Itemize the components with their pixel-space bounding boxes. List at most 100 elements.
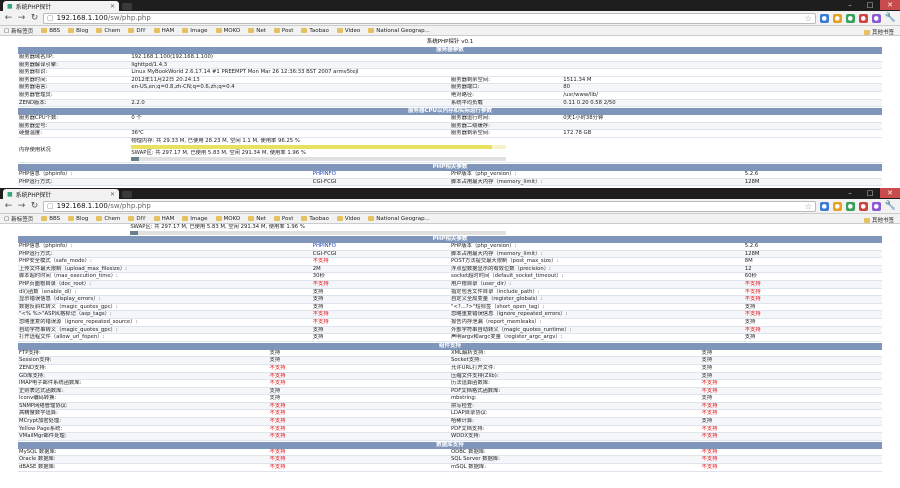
minimize-icon[interactable]: – (840, 0, 860, 10)
back-icon[interactable]: ← (4, 12, 13, 24)
memory-table: 内存使用状况 物理内存: 共 29.33 M, 已使用 28.23 M, 空闲 … (18, 137, 882, 163)
row-label: XML解析支持: (449, 349, 701, 358)
other-bookmarks[interactable]: 其他书签 (863, 216, 894, 224)
bookmark-item[interactable]: Video (336, 28, 360, 34)
url-host: 192.168.1.100 (56, 202, 108, 210)
row-label: 指定包含文件目录（include_path）: (449, 288, 744, 297)
window-close-icon[interactable]: ✕ (880, 188, 900, 198)
bookmark-item[interactable]: BBS (41, 28, 60, 34)
extension-icon[interactable]: ● (871, 13, 881, 23)
browser-tab[interactable]: ■ 系统PHP探针 ✕ (3, 1, 119, 11)
address-bar[interactable]: ▢ 192.168.1.100/sw/php.php ☆ (43, 200, 816, 212)
table-row: 高精度数学运算: 不支持 LDAP目录协议: 不支持 (18, 409, 882, 419)
bookmark-item[interactable]: Taobao (301, 28, 329, 34)
extension-icon[interactable]: ● (858, 201, 868, 211)
bookmark-item[interactable]: Net (248, 28, 266, 34)
table-row: MySQL 数据库: 不支持 ODBC 数据库: 不支持 (18, 448, 882, 457)
row-label: 报告内存泄漏（report_memleaks）: (449, 318, 744, 327)
bookmark-item[interactable]: DIY (128, 216, 146, 222)
minimize-icon[interactable]: – (840, 188, 860, 198)
row-label: Socket支持: (449, 356, 701, 365)
browser-tab[interactable]: ■ 系统PHP探针 ✕ (3, 189, 119, 199)
back-icon[interactable]: ← (4, 200, 13, 212)
browser-window-top: ■ 系统PHP探针 ✕ – □ ✕ ← → ↻ ▢ 192.168.1.100/… (0, 0, 900, 188)
components-table: FTP支持: 支持 XML解析支持: 支持 Session支持: 支持 Socket支持: 支… (18, 349, 882, 441)
forward-icon[interactable]: → (17, 200, 26, 212)
swap-bar (130, 231, 507, 235)
bookmark-item[interactable]: Image (182, 28, 208, 34)
row-label: SQL Server 数据库: (449, 455, 701, 465)
bookmark-item[interactable]: Blog (68, 216, 88, 222)
maximize-icon[interactable]: □ (860, 0, 880, 10)
bookmark-item[interactable]: Post (273, 28, 293, 34)
phpinfo-link[interactable]: PHPINFO (311, 243, 450, 251)
extension-icon[interactable]: ● (832, 201, 842, 211)
tab-close-icon[interactable]: ✕ (110, 3, 115, 10)
folder-icon (336, 28, 343, 33)
folder-icon (368, 216, 375, 221)
bookmark-item[interactable]: Video (336, 216, 360, 222)
bookmark-item[interactable]: HAM (153, 28, 174, 34)
bookmark-item[interactable]: ▢ 新标签页 (4, 27, 33, 35)
extension-icon[interactable]: ● (871, 201, 881, 211)
reload-icon[interactable]: ↻ (30, 12, 39, 24)
new-tab-button[interactable] (122, 3, 132, 10)
bookmark-item[interactable]: Image (182, 216, 208, 222)
bookmark-item[interactable]: Chem (96, 28, 120, 34)
bookmark-item[interactable]: DIY (128, 28, 146, 34)
bookmark-item[interactable]: National Geograp... (368, 28, 430, 34)
tab-title: 系统PHP探针 (15, 3, 52, 11)
phpinfo-link[interactable]: PHPINFO (311, 170, 450, 179)
row-label: 哈稀计算: (449, 417, 701, 426)
bookmark-item[interactable]: Blog (68, 28, 88, 34)
extension-icon[interactable]: ● (819, 13, 829, 23)
row-value: 不支持 (700, 448, 882, 457)
address-bar[interactable]: ▢ 192.168.1.100/sw/php.php ☆ (43, 12, 816, 24)
bookmark-item[interactable]: MOKO (215, 216, 240, 222)
swap-text: SWAP区: 共 297.17 M, 已使用 5.83 M, 空闲 291.34… (130, 224, 305, 230)
window-close-icon[interactable]: ✕ (880, 0, 900, 10)
other-bookmarks[interactable]: 其他书签 (863, 28, 894, 36)
folder-icon (153, 216, 160, 221)
row-label: IMAP电子邮件系统函数库: (18, 379, 269, 388)
row-value: 支持 (268, 387, 450, 396)
new-tab-button[interactable] (122, 191, 132, 198)
page-content: SWAP区: 共 297.17 M, 已使用 5.83 M, 空闲 291.34… (0, 224, 900, 472)
bookmark-item[interactable]: MOKO (215, 28, 240, 34)
bookmark-item[interactable]: BBS (41, 216, 60, 222)
tab-close-icon[interactable]: ✕ (110, 191, 115, 198)
table-row: PHP信息（phpinfo）: PHPINFO PHP版本（php_version）… (18, 243, 882, 251)
php-table-top: PHP信息（phpinfo）: PHPINFO PHP版本（php_version）… (18, 170, 882, 187)
row-value: 不支持 (700, 463, 882, 472)
bookmark-item[interactable]: Chem (96, 216, 120, 222)
maximize-icon[interactable]: □ (860, 188, 880, 198)
bookmark-item[interactable]: ▢ 新标签页 (4, 215, 33, 223)
row-value: 支持 (311, 295, 450, 304)
extension-icon[interactable]: ● (858, 13, 868, 23)
forward-icon[interactable]: → (17, 12, 26, 24)
bookmark-item[interactable]: National Geograp... (368, 216, 430, 222)
row-value: 支持 (700, 356, 882, 365)
bookmark-item[interactable]: Taobao (301, 216, 329, 222)
bookmark-item[interactable]: Net (248, 216, 266, 222)
table-row: 服务器时间: 2012年11月22日 20:24:13 服务器剩余空间: 1511.3… (18, 76, 882, 85)
extension-icon[interactable]: ● (845, 13, 855, 23)
table-row: SNMP网络管理协议: 不支持 拼写检查: 不支持 (18, 402, 882, 411)
row-label: PHP信息（phpinfo）: (18, 243, 312, 251)
table-row: 服务器语言: en-US,en;q=0.8,zh-CN;q=0.6,zh;q=0.… (18, 83, 882, 92)
star-icon[interactable]: ☆ (805, 202, 812, 211)
bookmark-item[interactable]: Post (273, 216, 293, 222)
extension-icon[interactable]: ● (819, 201, 829, 211)
wrench-icon[interactable]: 🔧 (885, 201, 896, 211)
extension-icon[interactable]: ● (845, 201, 855, 211)
extension-icon[interactable]: ● (832, 13, 842, 23)
row-label: 脚本占用最大内存（memory_limit）: (449, 250, 744, 259)
row-label: 用户根目录（user_dir）: (449, 280, 744, 289)
bookmark-item[interactable]: HAM (153, 216, 174, 222)
wrench-icon[interactable]: 🔧 (885, 13, 896, 23)
folder-icon (863, 217, 870, 223)
star-icon[interactable]: ☆ (805, 14, 812, 23)
table-row: 服务器标识: Linux MyBookWorld 2.6.17.14 #1 PRE… (18, 68, 882, 77)
reload-icon[interactable]: ↻ (30, 200, 39, 212)
tab-title: 系统PHP探针 (15, 191, 52, 199)
